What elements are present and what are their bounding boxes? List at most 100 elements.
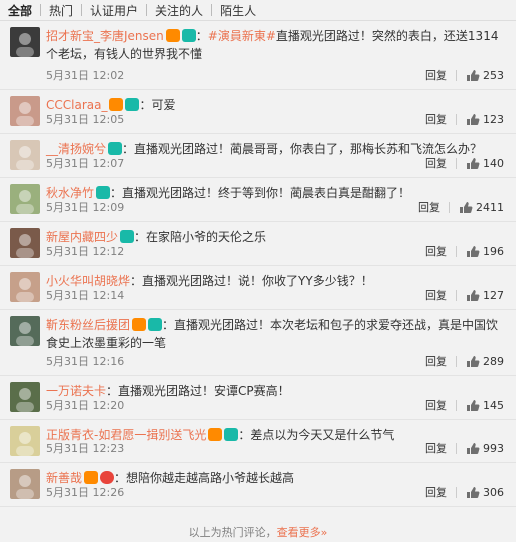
comment-text: 可爱 xyxy=(151,98,176,112)
like-button[interactable]: 123 xyxy=(466,113,504,126)
like-button[interactable]: 196 xyxy=(466,245,504,258)
reply-button[interactable]: 回复 xyxy=(425,243,447,259)
comment-item: 新屋内藏四少 ：在家陪小爷的天伦之乐 5月31日 12:12 回复 196 xyxy=(0,222,516,266)
comment-timestamp: 5月31日 12:07 xyxy=(46,157,125,170)
tab-strangers[interactable]: 陌生人 xyxy=(212,2,264,19)
comment-item: 一万诺夫卡：直播观光团路过！安谭CP赛高！ 5月31日 12:20 回复 145 xyxy=(0,376,516,420)
like-count: 127 xyxy=(483,288,504,302)
like-button[interactable]: 993 xyxy=(466,442,504,455)
like-button[interactable]: 253 xyxy=(466,69,504,82)
reply-button[interactable]: 回复 xyxy=(425,287,447,303)
like-button[interactable]: 127 xyxy=(466,289,504,302)
comment-username[interactable]: CCClaraa_ xyxy=(46,98,107,112)
like-button[interactable]: 289 xyxy=(466,355,504,368)
comment-actions: 回复 145 xyxy=(425,397,504,413)
vip-badge-icon[interactable] xyxy=(84,471,99,484)
separator: ： xyxy=(106,384,119,398)
comment-text: 差点以为今天又是什么节气 xyxy=(250,428,395,442)
comment-username[interactable]: 新善哉 xyxy=(46,471,82,485)
comment-actions: 回复 2411 xyxy=(418,199,504,215)
member-badge-icon[interactable] xyxy=(148,318,163,331)
avatar[interactable] xyxy=(10,426,40,456)
thumbs-up-icon xyxy=(467,442,480,454)
view-more-link[interactable]: 查看更多» xyxy=(277,526,328,539)
topic-link[interactable]: #演員新東# xyxy=(208,29,276,43)
thumbs-up-icon xyxy=(460,201,473,213)
separator: ： xyxy=(134,230,147,244)
like-button[interactable]: 306 xyxy=(466,486,504,499)
comment-username[interactable]: 靳东粉丝后援团 xyxy=(46,318,130,332)
separator: ： xyxy=(122,142,135,156)
vip-badge-icon[interactable] xyxy=(132,318,147,331)
action-divider xyxy=(449,201,450,213)
avatar[interactable] xyxy=(10,184,40,214)
like-count: 253 xyxy=(483,68,504,82)
avatar[interactable] xyxy=(10,382,40,412)
comment-timestamp: 5月31日 12:26 xyxy=(46,486,125,499)
avatar[interactable] xyxy=(10,140,40,170)
vip-badge-icon[interactable] xyxy=(109,98,124,111)
comment-actions: 回复 306 xyxy=(425,484,504,500)
tab-hot[interactable]: 热门 xyxy=(41,2,81,19)
member-badge-icon[interactable] xyxy=(125,98,140,111)
like-count: 140 xyxy=(483,156,504,170)
comment-item: 新善哉 ：想陪你越走越高路小爷越长越高 5月31日 12:26 回复 306 xyxy=(0,463,516,507)
comment-timestamp: 5月31日 12:20 xyxy=(46,399,125,412)
separator: ： xyxy=(238,428,251,442)
comment-item: __清扬婉兮 ：直播观光团路过！蔺晨哥哥，你表白了，那梅长苏和飞流怎么办？ 5月31… xyxy=(0,134,516,178)
reply-button[interactable]: 回复 xyxy=(425,484,447,500)
reply-button[interactable]: 回复 xyxy=(425,111,447,127)
comment-timestamp: 5月31日 12:05 xyxy=(46,113,125,126)
like-count: 196 xyxy=(483,244,504,258)
reply-button[interactable]: 回复 xyxy=(425,397,447,413)
hot-comments-footer: 以上为热门评论，查看更多» xyxy=(0,524,516,542)
comment-username[interactable]: 秋水净竹 xyxy=(46,186,94,200)
vip-badge-icon[interactable] xyxy=(165,29,180,42)
comment-actions: 回复 123 xyxy=(425,111,504,127)
vip-badge-icon[interactable] xyxy=(208,428,223,441)
avatar[interactable] xyxy=(10,469,40,499)
comment-timestamp: 5月31日 12:02 xyxy=(46,69,125,82)
comment-username[interactable]: 招才新宝_李唐Jensen xyxy=(46,29,164,43)
member-badge-icon[interactable] xyxy=(96,186,111,199)
like-button[interactable]: 145 xyxy=(466,399,504,412)
comment-actions: 回复 289 xyxy=(425,353,504,369)
member-badge-icon[interactable] xyxy=(181,29,196,42)
reply-button[interactable]: 回复 xyxy=(425,440,447,456)
separator: ： xyxy=(110,186,123,200)
comment-username[interactable]: 小火华叫胡晓烨 xyxy=(46,274,130,288)
separator: ： xyxy=(130,274,143,288)
tab-following[interactable]: 关注的人 xyxy=(147,2,211,19)
comment-username[interactable]: 新屋内藏四少 xyxy=(46,230,118,244)
reply-button[interactable]: 回复 xyxy=(418,199,440,215)
thumbs-up-icon xyxy=(467,289,480,301)
level-badge-icon[interactable] xyxy=(100,471,115,484)
reply-button[interactable]: 回复 xyxy=(425,67,447,83)
tab-all[interactable]: 全部 xyxy=(0,2,40,19)
comment-username[interactable]: 一万诺夫卡 xyxy=(46,384,106,398)
avatar[interactable] xyxy=(10,27,40,57)
like-button[interactable]: 2411 xyxy=(459,201,504,214)
comment-actions: 回复 196 xyxy=(425,243,504,259)
avatar[interactable] xyxy=(10,272,40,302)
comment-actions: 回复 140 xyxy=(425,155,504,171)
comment-username[interactable]: __清扬婉兮 xyxy=(46,142,106,156)
comment-timestamp: 5月31日 12:09 xyxy=(46,201,125,214)
avatar[interactable] xyxy=(10,96,40,126)
like-button[interactable]: 140 xyxy=(466,157,504,170)
member-badge-icon[interactable] xyxy=(120,230,135,243)
comment-item: 招才新宝_李唐Jensen ：#演員新東#直播观光团路过！突然的表白，还送1314… xyxy=(0,21,516,90)
reply-button[interactable]: 回复 xyxy=(425,353,447,369)
avatar[interactable] xyxy=(10,228,40,258)
comment-item: 小火华叫胡晓烨：直播观光团路过！说！你收了YY多少钱？！ 5月31日 12:14 回… xyxy=(0,266,516,310)
member-badge-icon[interactable] xyxy=(108,142,123,155)
thumbs-up-icon xyxy=(467,157,480,169)
comment-item: 靳东粉丝后援团 ：直播观光团路过！本次老坛和包子的求爱夺还战，真是中国饮食史上浓墨… xyxy=(0,310,516,376)
member-badge-icon[interactable] xyxy=(224,428,239,441)
action-divider xyxy=(456,245,457,257)
avatar[interactable] xyxy=(10,316,40,346)
reply-button[interactable]: 回复 xyxy=(425,155,447,171)
tab-verified[interactable]: 认证用户 xyxy=(82,2,146,19)
comment-timestamp: 5月31日 12:16 xyxy=(46,355,125,368)
like-count: 993 xyxy=(483,441,504,455)
